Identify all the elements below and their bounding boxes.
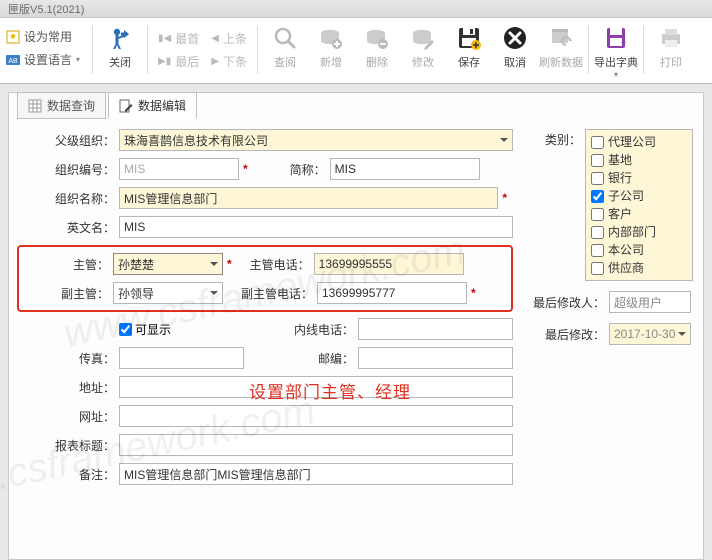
edit-icon: [119, 99, 133, 113]
category-item[interactable]: 本公司: [591, 241, 687, 259]
export-icon: [602, 24, 630, 52]
title-bar: 匣版V5.1(2021): [0, 0, 712, 18]
required-mark: *: [502, 191, 507, 205]
nav-first-button[interactable]: ▮◀最首: [158, 30, 199, 47]
label-en: 英文名：: [23, 219, 115, 236]
category-list[interactable]: 代理公司基地银行子公司客户内部部门本公司供应商: [585, 129, 693, 281]
fax-input[interactable]: [119, 347, 244, 369]
save-button[interactable]: 保存: [446, 22, 492, 70]
nav-prev-button[interactable]: ◀上条: [211, 30, 247, 47]
search-icon: [271, 24, 299, 52]
label-mgr: 主管：: [23, 256, 109, 273]
code-input[interactable]: [119, 158, 239, 180]
label-mgr-tel: 主管电话：: [238, 256, 310, 273]
tab-data-edit[interactable]: 数据编辑: [108, 92, 197, 119]
label-category: 类别：: [533, 131, 581, 281]
star-icon: [6, 30, 20, 44]
last-icon: ▶▮: [158, 56, 171, 67]
name-input[interactable]: [119, 187, 498, 209]
label-name: 组织名称：: [23, 190, 115, 207]
modify-button[interactable]: 修改: [400, 22, 446, 70]
cancel-button[interactable]: 取消: [492, 22, 538, 70]
report-input[interactable]: [119, 434, 513, 456]
label-addr: 地址：: [23, 379, 115, 396]
chevron-down-icon: ▾: [614, 70, 618, 79]
label-web: 网址：: [23, 408, 115, 425]
last-user-input: [609, 291, 691, 313]
label-last-time: 最后修改：: [533, 326, 605, 343]
category-item[interactable]: 银行: [591, 169, 687, 187]
print-icon: [657, 24, 685, 52]
parent-combo[interactable]: [119, 129, 513, 151]
label-last-user: 最后修改人：: [533, 294, 605, 311]
zip-input[interactable]: [358, 347, 513, 369]
cancel-icon: [501, 24, 529, 52]
refresh-button[interactable]: 刷新数据: [538, 22, 584, 70]
category-item[interactable]: 代理公司: [591, 133, 687, 151]
vmgr-tel-input[interactable]: [317, 282, 467, 304]
language-icon: AB: [6, 53, 20, 67]
refresh-icon: [547, 24, 575, 52]
label-zip: 邮编：: [282, 350, 354, 367]
content-panel: 数据查询 数据编辑 父级组织： 组织编号： * 简称： 组织名称： *: [8, 92, 704, 560]
label-fax: 传真：: [23, 350, 115, 367]
delete-icon: [363, 24, 391, 52]
nav-next-button[interactable]: ▶下条: [211, 53, 247, 70]
next-icon: ▶: [211, 56, 219, 67]
annotation-text: 设置部门主管、经理: [249, 378, 411, 403]
chevron-down-icon: ▾: [76, 55, 80, 64]
category-item[interactable]: 客户: [591, 205, 687, 223]
category-item[interactable]: 子公司: [591, 187, 687, 205]
label-remark: 备注：: [23, 466, 115, 483]
required-mark: *: [243, 162, 248, 176]
add-button[interactable]: 新增: [308, 22, 354, 70]
inline-tel-input[interactable]: [358, 318, 513, 340]
web-input[interactable]: [119, 405, 513, 427]
set-common-button[interactable]: 设为常用: [6, 28, 80, 45]
vmgr-combo[interactable]: [113, 282, 223, 304]
label-code: 组织编号：: [23, 161, 115, 178]
mgr-combo[interactable]: [113, 253, 223, 275]
save-icon: [455, 24, 483, 52]
set-language-button[interactable]: AB 设置语言 ▾: [6, 51, 80, 68]
export-button[interactable]: 导出字典 ▾: [593, 22, 639, 79]
remark-input[interactable]: [119, 463, 513, 485]
svg-text:AB: AB: [8, 58, 18, 65]
en-input[interactable]: [119, 216, 513, 238]
nav-last-button[interactable]: ▶▮最后: [158, 53, 199, 70]
prev-icon: ◀: [211, 33, 219, 44]
category-item[interactable]: 供应商: [591, 259, 687, 277]
required-mark: *: [471, 286, 476, 300]
label-vmgr: 副主管：: [23, 285, 109, 302]
short-input[interactable]: [330, 158, 480, 180]
highlight-box: 主管： * 主管电话： 副主管： 副主管电话： *: [17, 245, 513, 312]
form-area: 父级组织： 组织编号： * 简称： 组织名称： * 英文名：: [9, 123, 703, 559]
tab-data-query[interactable]: 数据查询: [17, 92, 106, 119]
print-button[interactable]: 打印: [648, 22, 694, 70]
search-button[interactable]: 查阅: [262, 22, 308, 70]
last-time-input: [609, 323, 691, 345]
mgr-tel-input[interactable]: [314, 253, 464, 275]
label-report: 报表标题：: [23, 437, 115, 454]
label-inline-tel: 内线电话：: [282, 321, 354, 338]
label-short: 简称：: [254, 161, 326, 178]
category-item[interactable]: 内部部门: [591, 223, 687, 241]
toolbar: 设为常用 AB 设置语言 ▾ 关闭 ▮◀最首 ▶▮最后 ◀上条 ▶下条 查阅 新…: [0, 18, 712, 84]
first-icon: ▮◀: [158, 33, 171, 44]
grid-icon: [28, 99, 42, 113]
title-text: 匣版V5.1(2021): [8, 4, 84, 16]
close-button[interactable]: 关闭: [97, 22, 143, 70]
close-icon: [106, 24, 134, 52]
label-vmgr-tel: 副主管电话：: [241, 285, 313, 302]
required-mark: *: [227, 257, 232, 271]
add-icon: [317, 24, 345, 52]
category-item[interactable]: 基地: [591, 151, 687, 169]
label-parent: 父级组织：: [23, 132, 115, 149]
modify-icon: [409, 24, 437, 52]
visible-checkbox[interactable]: 可显示: [119, 321, 171, 338]
delete-button[interactable]: 删除: [354, 22, 400, 70]
